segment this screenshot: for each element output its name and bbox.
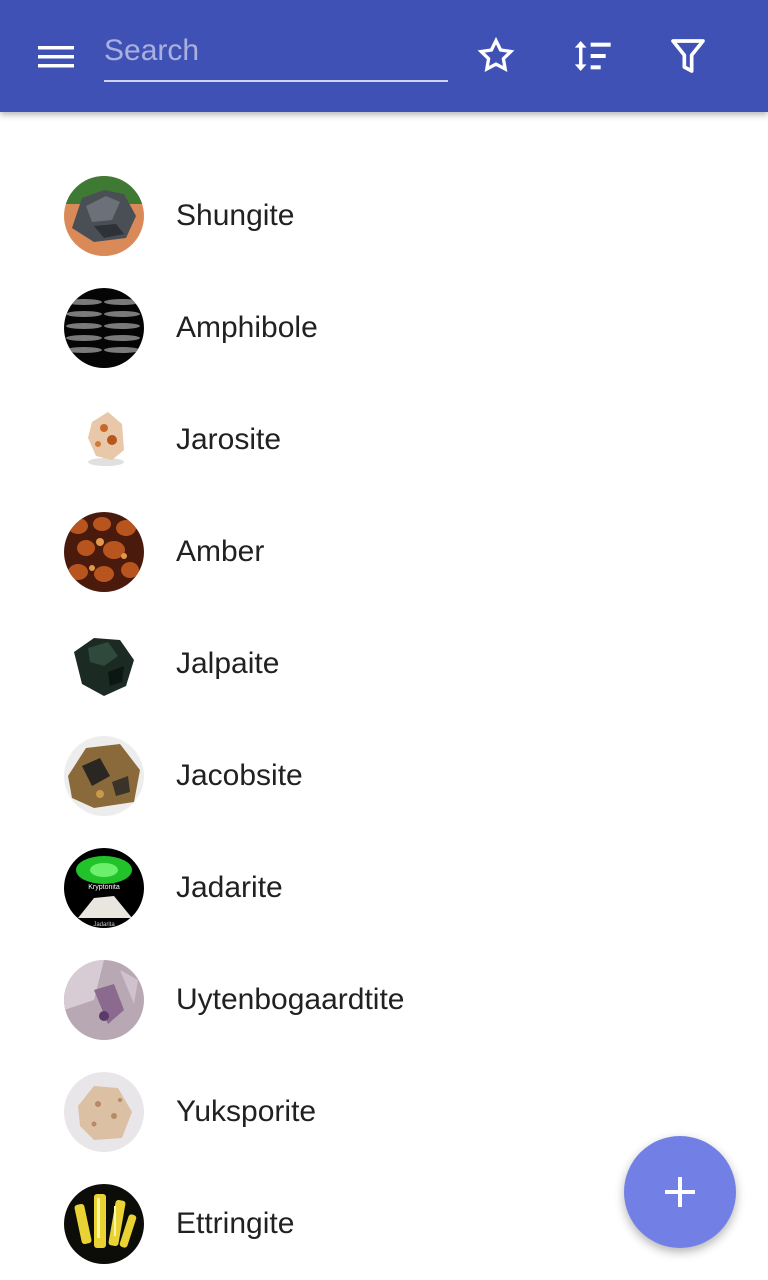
list-item[interactable]: Jalpaite [0, 608, 768, 720]
mineral-name: Amphibole [176, 311, 318, 344]
sort-icon [574, 41, 611, 71]
mineral-name: Shungite [176, 199, 295, 232]
list-item[interactable]: Jacobsite [0, 720, 768, 832]
search-input[interactable] [104, 22, 448, 80]
mineral-name: Jalpaite [176, 647, 280, 680]
list-item[interactable]: Amber [0, 496, 768, 608]
mineral-thumbnail [64, 288, 144, 368]
add-button[interactable] [624, 1136, 736, 1248]
mineral-name: Jarosite [176, 423, 282, 456]
plus-icon [665, 1177, 695, 1207]
mineral-name: Yuksporite [176, 1095, 317, 1128]
mineral-thumbnail [64, 400, 144, 480]
mineral-thumbnail [64, 1072, 144, 1152]
mineral-name: Uytenbogaardtite [176, 983, 405, 1016]
mineral-list: Shungite Amphibole Jarosite Amber Jalpai… [0, 160, 768, 1280]
mineral-thumbnail [64, 1184, 144, 1264]
mineral-thumbnail [64, 624, 144, 704]
list-item[interactable]: Kryptonita Jadarita Jadarite [0, 832, 768, 944]
image-caption: Jadarita [93, 922, 115, 928]
mineral-thumbnail [64, 736, 144, 816]
search-field [104, 22, 448, 82]
app-bar [0, 0, 768, 112]
list-item[interactable]: Jarosite [0, 384, 768, 496]
menu-button[interactable] [28, 32, 84, 80]
filter-icon [671, 39, 705, 73]
star-icon [477, 36, 515, 72]
mineral-name: Ettringite [176, 1207, 295, 1240]
sort-button[interactable] [564, 28, 620, 84]
menu-icon [38, 46, 74, 68]
mineral-thumbnail [64, 512, 144, 592]
mineral-thumbnail [64, 960, 144, 1040]
mineral-thumbnail: Kryptonita Jadarita [64, 848, 144, 928]
mineral-name: Jadarite [176, 871, 283, 904]
list-item[interactable]: Amphibole [0, 272, 768, 384]
filter-button[interactable] [660, 28, 716, 84]
mineral-thumbnail [64, 176, 144, 256]
mineral-name: Jacobsite [176, 759, 303, 792]
favorites-button[interactable] [468, 28, 524, 84]
list-item[interactable]: Shungite [0, 160, 768, 272]
image-caption: Kryptonita [88, 884, 120, 891]
list-item[interactable]: Uytenbogaardtite [0, 944, 768, 1056]
mineral-name: Amber [176, 535, 265, 568]
